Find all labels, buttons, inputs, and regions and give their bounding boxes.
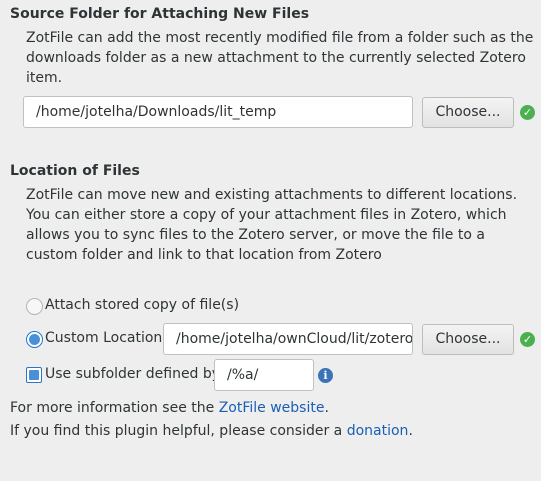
use-subfolder-checkbox[interactable] xyxy=(26,367,42,383)
donation-line: If you find this plugin helpful, please … xyxy=(10,423,413,439)
custom-location-radio[interactable] xyxy=(26,331,43,348)
donation-suffix: . xyxy=(408,423,413,439)
location-section-description: ZotFile can move new and existing attach… xyxy=(26,187,518,263)
custom-location-label[interactable]: Custom Location: xyxy=(45,330,167,346)
attach-stored-copy-radio[interactable] xyxy=(26,298,43,315)
donation-prefix: If you find this plugin helpful, please … xyxy=(10,423,347,439)
source-choose-button[interactable]: Choose... xyxy=(422,97,514,128)
custom-location-choose-button[interactable]: Choose... xyxy=(422,324,514,355)
source-section-title: Source Folder for Attaching New Files xyxy=(10,6,310,22)
donation-link[interactable]: donation xyxy=(347,423,409,439)
use-subfolder-label[interactable]: Use subfolder defined by xyxy=(45,366,220,382)
source-folder-field[interactable]: /home/jotelha/Downloads/lit_temp xyxy=(23,96,413,128)
source-valid-checkmark-icon: ✓ xyxy=(520,105,535,120)
custom-location-field[interactable]: /home/jotelha/ownCloud/lit/zotero xyxy=(163,323,413,355)
more-info-line: For more information see the ZotFile web… xyxy=(10,400,329,416)
info-icon[interactable]: i xyxy=(318,368,333,383)
subfolder-pattern-field[interactable]: /%a/ xyxy=(214,359,314,391)
location-section-title: Location of Files xyxy=(10,163,140,179)
more-info-suffix: . xyxy=(324,400,329,416)
custom-location-valid-checkmark-icon: ✓ xyxy=(520,332,535,347)
attach-stored-copy-label[interactable]: Attach stored copy of file(s) xyxy=(45,297,239,313)
more-info-prefix: For more information see the xyxy=(10,400,219,416)
source-section-description: ZotFile can add the most recently modifi… xyxy=(26,30,534,86)
zotfile-website-link[interactable]: ZotFile website xyxy=(219,400,325,416)
